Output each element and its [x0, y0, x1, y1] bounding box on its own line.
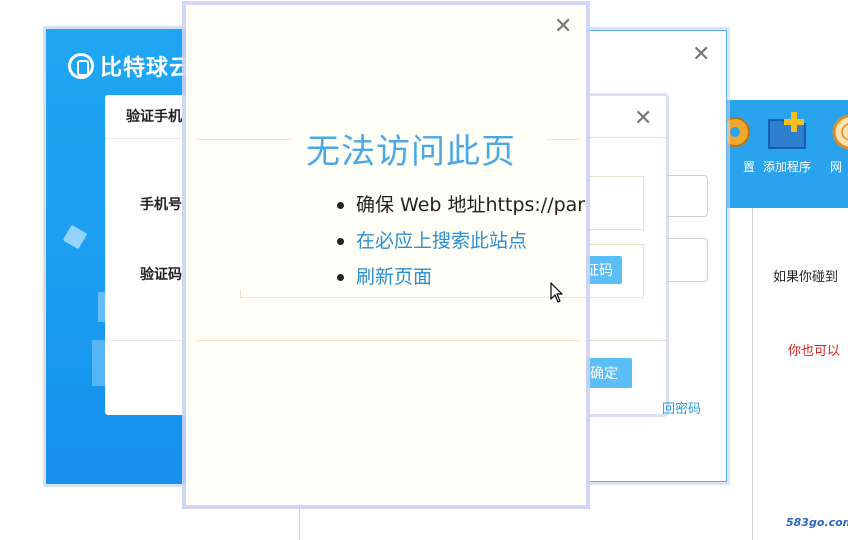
toolbar-item-label: 添加程序	[762, 160, 811, 174]
suggestion-refresh-link[interactable]: 刷新页面	[334, 264, 586, 300]
app-content-area	[752, 208, 848, 540]
mouse-cursor-icon	[550, 282, 564, 308]
error-title: 无法访问此页	[306, 132, 516, 172]
toolbar-item-network[interactable]: 网	[818, 110, 848, 175]
close-icon[interactable]: ✕	[554, 14, 572, 39]
toolbar-item-label: 网	[830, 160, 843, 174]
toolbar-item-add-program[interactable]: 添加程序	[752, 110, 822, 175]
crystal-decoration	[92, 340, 106, 386]
divider	[196, 139, 292, 140]
suggestion-search-bing-link[interactable]: 在必应上搜索此站点	[334, 228, 586, 264]
divider	[586, 137, 666, 138]
phone-field[interactable]	[576, 176, 644, 230]
add-folder-icon	[765, 110, 809, 154]
divider	[196, 340, 580, 341]
divider	[105, 138, 195, 139]
close-icon[interactable]: ✕	[634, 106, 652, 131]
divider	[546, 139, 580, 140]
alt-help-text: 你也可以	[788, 344, 841, 359]
phone-label: 手机号	[140, 197, 182, 213]
globe-icon	[828, 110, 848, 154]
divider	[240, 297, 586, 298]
divider	[105, 340, 195, 341]
verify-dialog-title: 验证手机	[126, 109, 182, 125]
suggestion-list: 确保 Web 地址https://par 在必应上搜索此站点 刷新页面	[334, 192, 586, 300]
find-password-link[interactable]: 回密码	[662, 398, 701, 417]
divider	[586, 340, 666, 341]
suggestion-check-address: 确保 Web 地址https://par	[334, 192, 586, 228]
logo-icon	[68, 53, 94, 79]
close-icon[interactable]: ✕	[692, 42, 710, 67]
help-text: 如果你碰到	[773, 270, 839, 285]
logo-text: 比特球云	[100, 56, 193, 81]
app-logo: 比特球云	[68, 50, 192, 82]
watermark: 583go.com	[786, 516, 848, 529]
code-label: 验证码	[140, 267, 182, 283]
